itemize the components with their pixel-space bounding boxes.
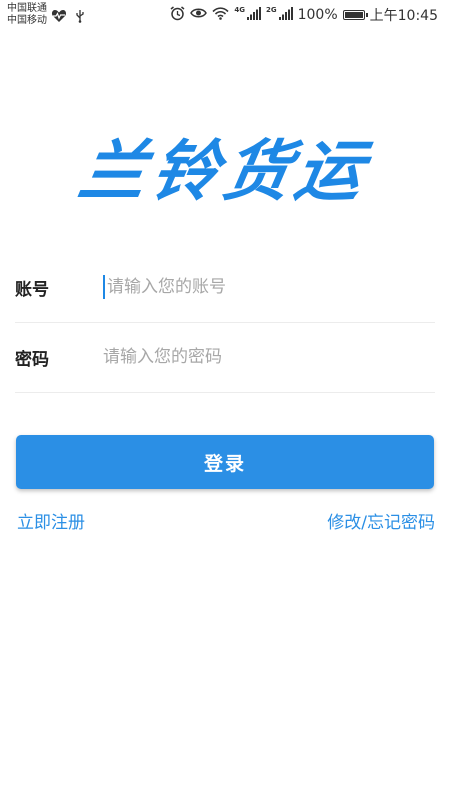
battery-percent: 100% [297, 7, 338, 23]
carrier-info: 中国联通 中国移动 [7, 3, 47, 27]
status-left-icons [51, 8, 85, 27]
status-bar: 中国联通 中国移动 4G 2G 100% 上午10:45 [0, 0, 450, 30]
text-cursor [103, 275, 105, 299]
usb-icon [75, 8, 85, 27]
network-type-1: 4G [234, 6, 245, 14]
password-input[interactable] [103, 347, 435, 367]
register-link[interactable]: 立即注册 [17, 508, 85, 533]
heart-pulse-icon [51, 8, 67, 27]
wifi-icon [212, 6, 229, 24]
carrier-2: 中国移动 [7, 15, 47, 26]
battery-fill [344, 12, 363, 18]
app-logo: 兰铃货运 [73, 133, 375, 210]
login-button[interactable]: 登录 [16, 435, 434, 489]
battery-icon [342, 10, 368, 20]
password-label: 密码 [15, 349, 49, 370]
eye-icon [190, 7, 208, 23]
alarm-icon [170, 5, 185, 25]
status-right: 4G 2G 100% 上午10:45 [170, 5, 438, 25]
carrier-1: 中国联通 [7, 3, 47, 14]
account-input[interactable] [107, 277, 435, 297]
clock-time: 上午10:45 [369, 8, 438, 24]
account-row: 账号 [15, 252, 435, 323]
forgot-password-link[interactable]: 修改/忘记密码 [327, 508, 435, 533]
signal-icon [246, 6, 261, 24]
password-row: 密码 [15, 322, 435, 393]
signal-icon [278, 6, 293, 24]
account-label: 账号 [15, 279, 49, 300]
network-type-2: 2G [265, 6, 277, 14]
